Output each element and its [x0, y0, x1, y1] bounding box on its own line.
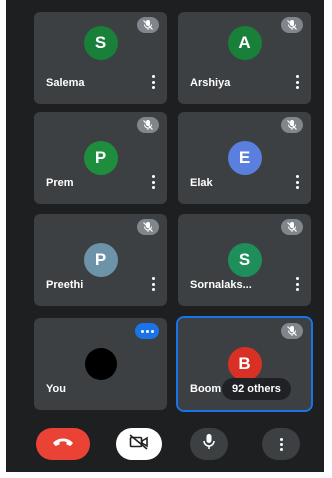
- avatar: E: [227, 141, 262, 175]
- participant-name: Sornalaks...: [190, 279, 252, 291]
- camera-toggle-button[interactable]: [116, 428, 162, 460]
- avatar: S: [83, 26, 118, 61]
- participant-name: Elak: [190, 177, 213, 189]
- microphone-icon: [202, 433, 216, 456]
- more-options-icon: [279, 437, 283, 451]
- participant-name: Arshiya: [190, 77, 231, 89]
- participant-name: Boom: [190, 383, 222, 395]
- participant-tile-you[interactable]: You: [34, 318, 167, 410]
- self-video-avatar: [84, 348, 117, 380]
- microphone-button[interactable]: [190, 428, 228, 460]
- participant-tile-boom[interactable]: B Boom 92 others: [176, 316, 313, 412]
- avatar: S: [227, 243, 262, 277]
- avatar: A: [227, 26, 262, 61]
- participant-name: Salema: [46, 77, 85, 89]
- mic-off-icon: [137, 17, 159, 33]
- end-call-icon: [51, 435, 75, 454]
- end-call-button[interactable]: [36, 428, 90, 460]
- more-vert-icon[interactable]: [295, 277, 299, 291]
- speaking-indicator-icon: [135, 323, 159, 339]
- participant-tile-prem[interactable]: P Prem: [34, 112, 167, 204]
- avatar: B: [227, 347, 262, 381]
- meeting-screen: S Salema A Arshiya P Prem E Elak P Preet…: [6, 0, 324, 472]
- participant-tile-elak[interactable]: E Elak: [178, 112, 311, 204]
- avatar: P: [83, 141, 118, 175]
- avatar: P: [83, 243, 118, 277]
- more-vert-icon[interactable]: [151, 175, 155, 189]
- participant-tile-sornalaks[interactable]: S Sornalaks...: [178, 214, 311, 306]
- participant-name: Preethi: [46, 279, 84, 291]
- mic-off-icon: [281, 117, 303, 133]
- more-vert-icon[interactable]: [295, 175, 299, 189]
- mic-off-icon: [137, 117, 159, 133]
- participant-tile-arshiya[interactable]: A Arshiya: [178, 12, 311, 104]
- more-vert-icon[interactable]: [151, 75, 155, 89]
- mic-off-icon: [281, 17, 303, 33]
- more-vert-icon[interactable]: [295, 75, 299, 89]
- participant-tile-salema[interactable]: S Salema: [34, 12, 167, 104]
- camera-off-icon: [129, 433, 149, 455]
- more-vert-icon[interactable]: [151, 277, 155, 291]
- mic-off-icon: [281, 219, 303, 235]
- participant-name: You: [46, 383, 66, 395]
- participant-name: Prem: [46, 177, 74, 189]
- participant-tile-preethi[interactable]: P Preethi: [34, 214, 167, 306]
- more-options-button[interactable]: [262, 428, 300, 460]
- mic-off-icon: [281, 323, 303, 339]
- others-count-badge[interactable]: 92 others: [222, 378, 291, 400]
- mic-off-icon: [137, 219, 159, 235]
